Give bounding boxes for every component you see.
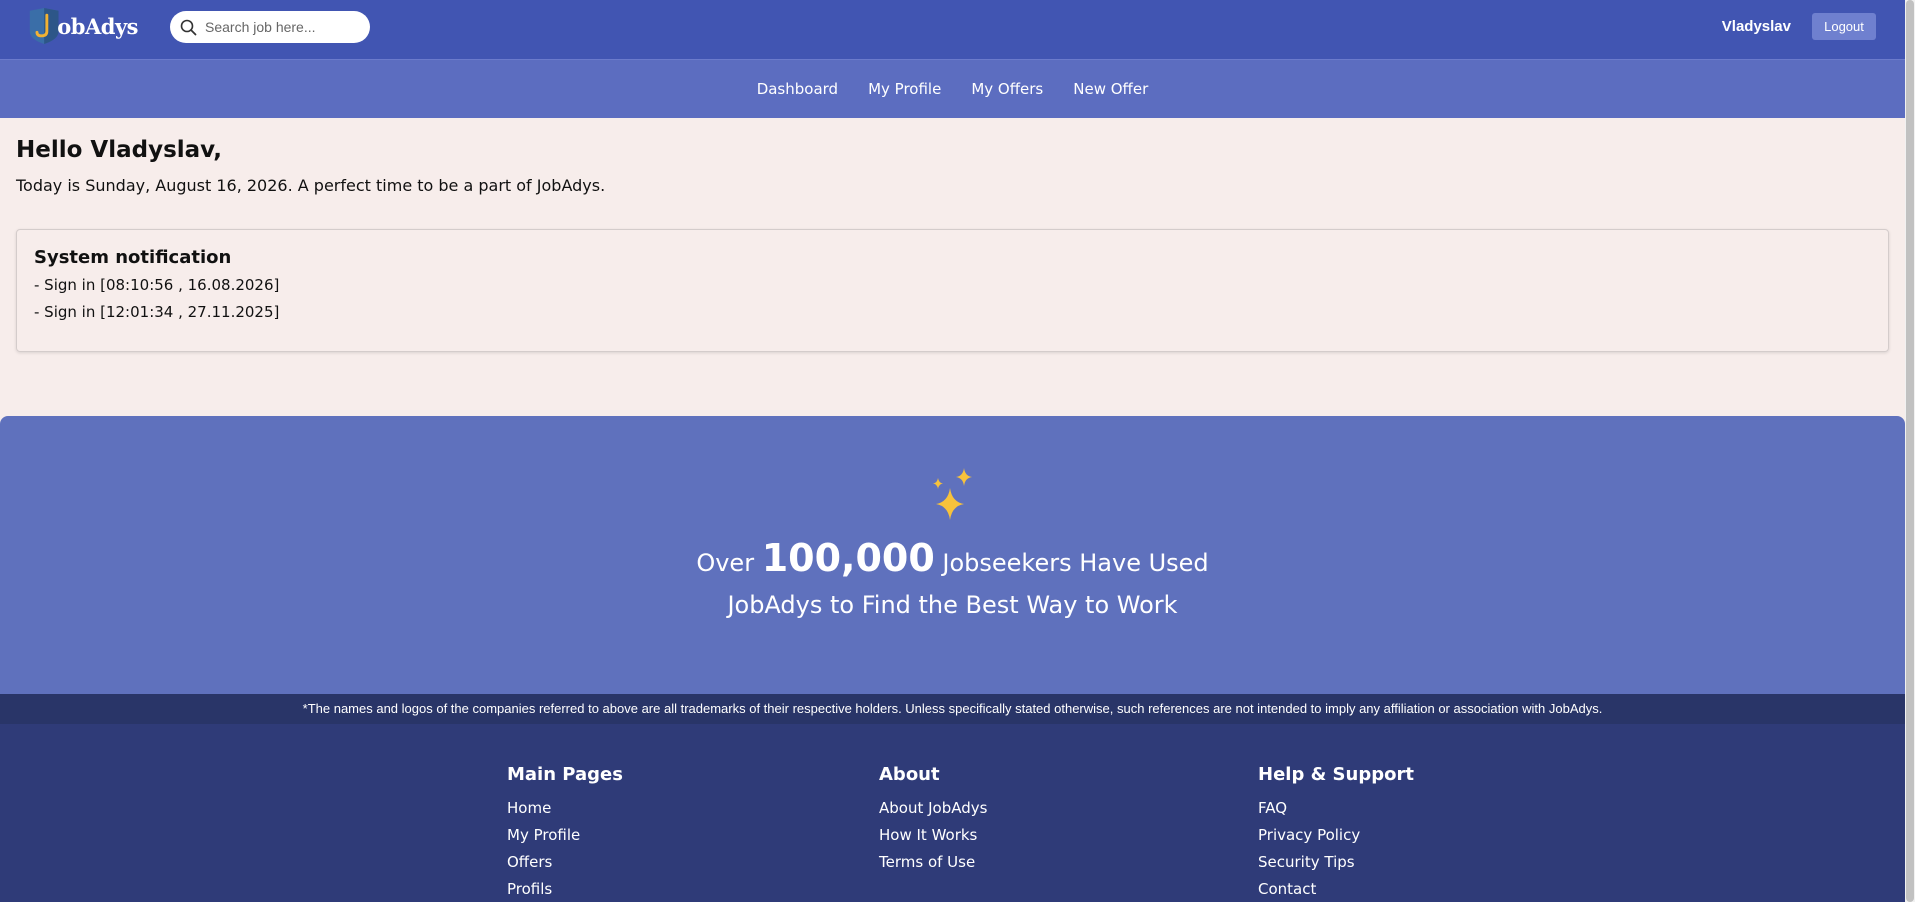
footer-link-profils[interactable]: Profils: [507, 880, 623, 898]
hero-subline: JobAdys to Find the Best Way to Work: [727, 591, 1178, 619]
nav-dashboard[interactable]: Dashboard: [757, 80, 838, 98]
footer-link-home[interactable]: Home: [507, 799, 623, 817]
footer-heading: Help & Support: [1258, 764, 1414, 785]
hero-suffix: Jobseekers Have Used: [934, 549, 1209, 577]
trademark-disclaimer: *The names and logos of the companies re…: [0, 694, 1905, 724]
username-label[interactable]: Vladyslav: [1722, 18, 1791, 35]
footer-column-about: About About JobAdys How It Works Terms o…: [879, 764, 987, 880]
top-bar: obAdys Vladyslav Logout: [0, 0, 1905, 59]
footer-link-how-it-works[interactable]: How It Works: [879, 826, 987, 844]
today-text: Today is Sunday, August 16, 2026. A perf…: [16, 176, 606, 195]
footer-link-terms-of-use[interactable]: Terms of Use: [879, 853, 987, 871]
footer-heading: Main Pages: [507, 764, 623, 785]
nav-new-offer[interactable]: New Offer: [1073, 80, 1148, 98]
greeting-heading: Hello Vladyslav,: [16, 137, 223, 163]
footer-link-privacy-policy[interactable]: Privacy Policy: [1258, 826, 1414, 844]
logo-shield-icon: [29, 8, 59, 44]
logout-button[interactable]: Logout: [1812, 13, 1876, 40]
hero-banner: Over 100,000 Jobseekers Have Used JobAdy…: [0, 416, 1905, 694]
search-icon: [180, 19, 197, 35]
footer-heading: About: [879, 764, 940, 785]
nav-my-profile[interactable]: My Profile: [868, 80, 941, 98]
hero-headline: Over 100,000 Jobseekers Have Used: [0, 536, 1905, 580]
logo[interactable]: obAdys: [28, 4, 138, 48]
hero-number: 100,000: [761, 536, 935, 580]
notification-title: System notification: [34, 247, 232, 268]
search-input[interactable]: [205, 19, 355, 35]
scrollbar[interactable]: [1905, 0, 1915, 902]
footer-link-my-profile[interactable]: My Profile: [507, 826, 623, 844]
footer: Main Pages Home My Profile Offers Profil…: [0, 724, 1905, 902]
footer-link-about-jobadys[interactable]: About JobAdys: [879, 799, 987, 817]
hero-prefix: Over: [696, 549, 762, 577]
notification-entry: - Sign in [08:10:56 , 16.08.2026]: [34, 276, 280, 294]
footer-link-offers[interactable]: Offers: [507, 853, 623, 871]
main-nav: Dashboard My Profile My Offers New Offer: [0, 59, 1905, 118]
footer-link-contact[interactable]: Contact: [1258, 880, 1414, 898]
search-box[interactable]: [170, 11, 370, 43]
nav-my-offers[interactable]: My Offers: [971, 80, 1043, 98]
logo-text: obAdys: [57, 13, 138, 39]
footer-link-security-tips[interactable]: Security Tips: [1258, 853, 1414, 871]
scrollbar-thumb[interactable]: [1906, 0, 1914, 902]
footer-column-help-support: Help & Support FAQ Privacy Policy Securi…: [1258, 764, 1414, 902]
footer-link-faq[interactable]: FAQ: [1258, 799, 1414, 817]
sparkles-icon: [933, 468, 972, 520]
notification-entry: - Sign in [12:01:34 , 27.11.2025]: [34, 303, 280, 321]
footer-column-main-pages: Main Pages Home My Profile Offers Profil…: [507, 764, 623, 902]
system-notification-panel: System notification - Sign in [08:10:56 …: [16, 229, 1889, 352]
